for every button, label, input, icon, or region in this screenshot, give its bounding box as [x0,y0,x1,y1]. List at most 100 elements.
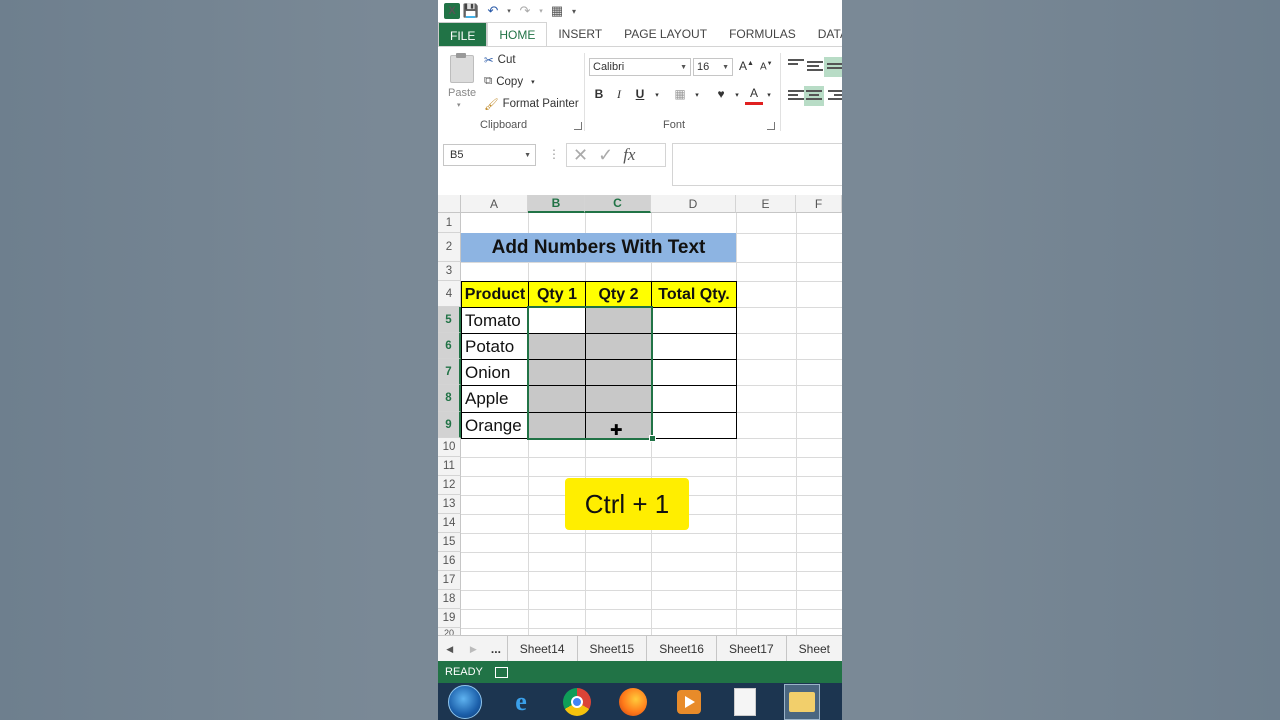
sheet-tab[interactable]: Sheet16 [646,636,716,662]
header-total-qty[interactable]: Total Qty. [651,281,737,308]
sheet-more-button[interactable]: ... [485,642,507,656]
tab-home[interactable]: HOME [487,22,548,46]
redo-icon[interactable]: ↷ [514,1,536,21]
qty2-cell[interactable] [585,359,652,386]
sheet-tab[interactable]: Sheet15 [576,636,647,662]
row-header-12[interactable]: 12 [438,476,461,495]
paste-button[interactable]: Paste [448,87,476,99]
column-header-d[interactable]: D [651,195,736,213]
row-header-7[interactable]: 7 [438,359,461,385]
column-header-b[interactable]: B [528,195,585,213]
insert-function-icon[interactable]: fx [623,145,635,165]
taskbar-internet-explorer[interactable]: e [504,685,538,719]
total-cell[interactable] [651,359,737,386]
font-dialog-launcher-icon[interactable] [767,122,775,130]
qty1-cell[interactable] [528,385,586,413]
undo-icon[interactable]: ↶ [482,1,504,21]
format-painter-button[interactable]: 🖌 Format Painter [484,97,579,111]
taskbar-chrome[interactable] [560,685,594,719]
product-cell[interactable]: Apple [461,385,529,413]
qty2-cell[interactable] [585,307,652,334]
redo-dropdown-icon[interactable]: ▾ [536,1,546,21]
qty1-cell[interactable] [528,333,586,360]
qty1-cell[interactable] [528,412,586,439]
tab-page-layout[interactable]: PAGE LAYOUT [613,22,718,46]
header-product[interactable]: Product [461,281,529,308]
sheet-tab[interactable]: Sheet [785,636,842,662]
enter-icon[interactable]: ✓ [598,145,613,166]
copy-dropdown-icon[interactable]: ▾ [531,78,535,86]
borders-icon[interactable]: ▦ [546,1,568,21]
select-all-corner[interactable] [438,195,461,213]
row-header-15[interactable]: 15 [438,533,461,552]
row-header-14[interactable]: 14 [438,514,461,533]
sheet-next-icon[interactable]: ▶ [462,644,486,655]
row-header-13[interactable]: 13 [438,495,461,514]
font-color-dropdown-icon[interactable]: ▾ [760,91,778,99]
column-header-a[interactable]: A [461,195,528,213]
row-header-19[interactable]: 19 [438,609,461,628]
tab-insert[interactable]: INSERT [547,22,613,46]
increase-font-icon[interactable]: A▲ [739,59,754,73]
product-cell[interactable]: Orange [461,412,529,439]
borders-icon[interactable]: ▦ [671,87,689,101]
qty2-cell[interactable] [585,333,652,360]
clipboard-dialog-launcher-icon[interactable] [574,122,582,130]
taskbar-file[interactable] [728,685,762,719]
row-header-8[interactable]: 8 [438,385,461,412]
row-header-3[interactable]: 3 [438,262,461,281]
column-header-e[interactable]: E [736,195,796,213]
title-cell[interactable]: Add Numbers With Text [461,233,736,262]
row-header-17[interactable]: 17 [438,571,461,590]
fill-color-dropdown-icon[interactable]: ▾ [728,91,746,99]
italic-icon[interactable]: I [610,87,628,102]
total-cell[interactable] [651,307,737,334]
align-center-icon[interactable] [804,86,824,106]
taskbar-firefox[interactable] [616,685,650,719]
sheet-tab[interactable]: Sheet14 [506,636,577,662]
qty1-cell[interactable] [528,359,586,386]
qty1-cell[interactable] [528,307,586,334]
header-qty-1[interactable]: Qty 1 [528,281,586,308]
column-header-f[interactable]: F [796,195,842,213]
header-qty-2[interactable]: Qty 2 [585,281,652,308]
product-cell[interactable]: Onion [461,359,529,386]
row-header-2[interactable]: 2 [438,233,461,262]
cut-button[interactable]: ✂ Cut [484,53,516,67]
total-cell[interactable] [651,333,737,360]
sheet-tab[interactable]: Sheet17 [715,636,786,662]
row-header-16[interactable]: 16 [438,552,461,571]
start-button[interactable] [448,684,482,719]
column-header-c[interactable]: C [585,195,651,213]
cancel-icon[interactable]: ✕ [573,145,588,166]
row-header-18[interactable]: 18 [438,590,461,609]
name-box[interactable]: B5 ▼ [443,144,536,166]
macro-recording-icon[interactable] [494,666,508,678]
formula-input[interactable] [672,143,842,186]
borders-dropdown-icon[interactable]: ▾ [688,91,706,99]
row-header-11[interactable]: 11 [438,457,461,476]
qty2-cell[interactable] [585,385,652,413]
total-cell[interactable] [651,412,737,439]
product-cell[interactable]: Tomato [461,307,529,334]
align-left-icon[interactable] [788,90,804,104]
customize-qat-icon[interactable]: ▾ [568,1,580,21]
sheet-prev-icon[interactable]: ◀ [438,644,462,655]
align-middle-icon[interactable] [807,61,823,75]
paste-icon[interactable] [450,53,474,83]
taskbar-file-explorer[interactable] [784,683,820,720]
worksheet-grid[interactable]: A B C D E F 1 2 3 4 5 6 7 8 9 10 11 12 1… [438,195,842,647]
fill-handle[interactable] [649,435,656,442]
undo-dropdown-icon[interactable]: ▾ [504,1,514,21]
align-top-icon[interactable] [788,59,804,73]
font-size-select[interactable]: 16 ▼ [693,58,733,76]
row-header-6[interactable]: 6 [438,333,461,359]
row-header-4[interactable]: 4 [438,281,461,307]
row-header-1[interactable]: 1 [438,213,461,233]
paste-dropdown-icon[interactable]: ▾ [457,101,461,109]
product-cell[interactable]: Potato [461,333,529,360]
row-header-5[interactable]: 5 [438,307,461,333]
underline-icon[interactable]: U [631,87,649,101]
decrease-font-icon[interactable]: A▼ [760,61,773,72]
taskbar-media-player[interactable] [672,685,706,719]
